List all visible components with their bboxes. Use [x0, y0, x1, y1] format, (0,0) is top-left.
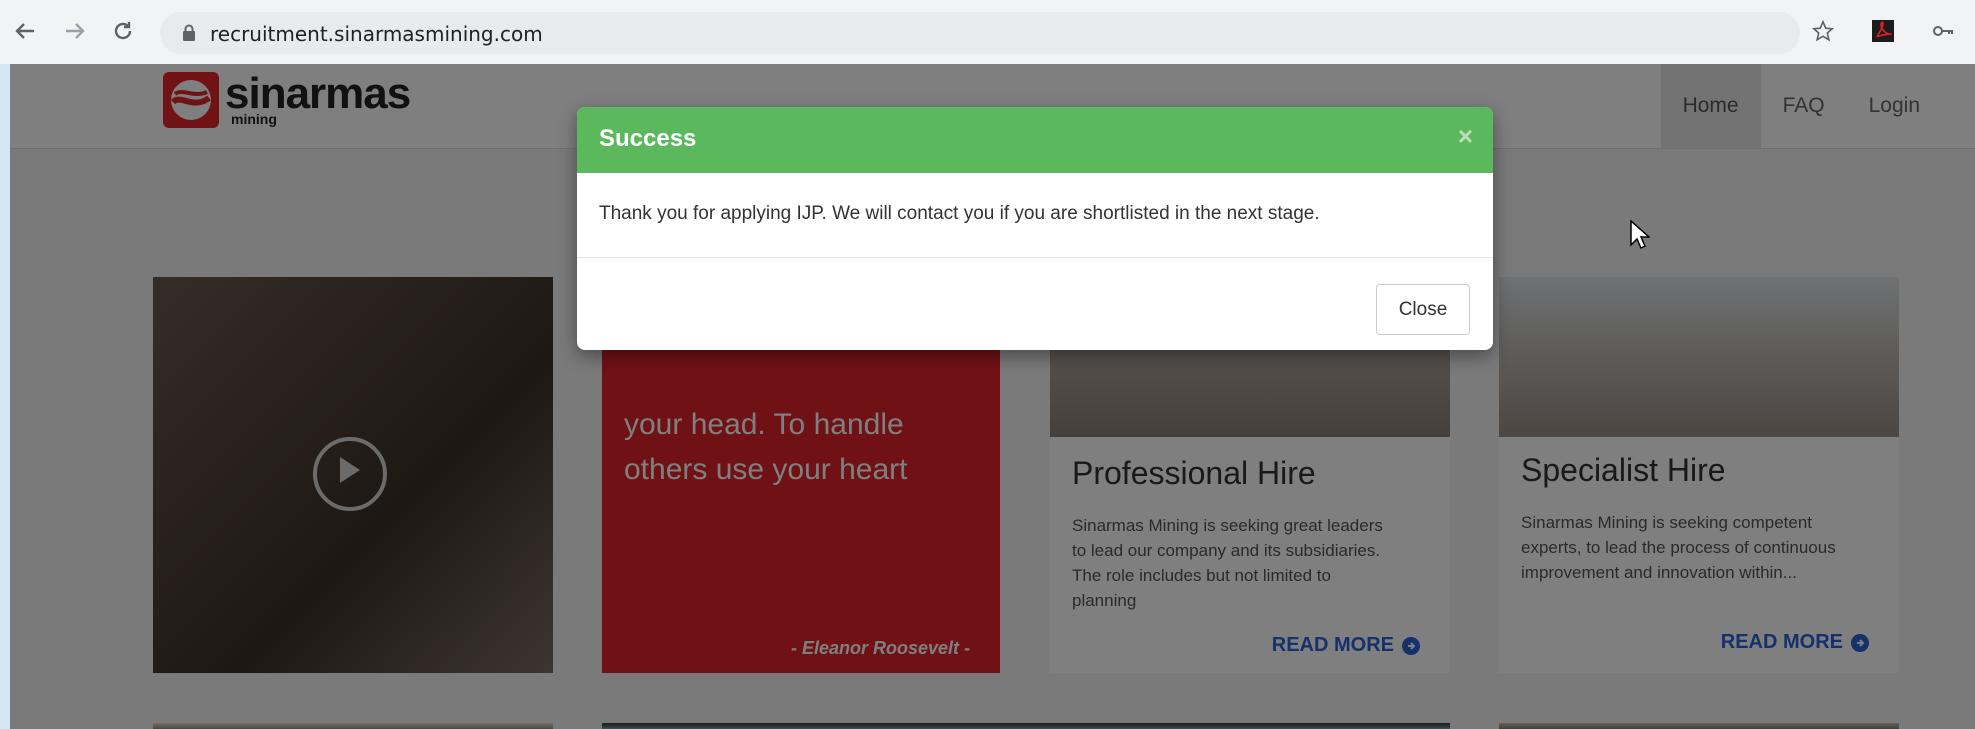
web-page: sinarmas mining Home FAQ Login your head… — [10, 64, 1975, 729]
key-icon — [1933, 26, 1953, 36]
star-icon — [1812, 20, 1834, 42]
pdf-extension-button[interactable] — [1866, 14, 1900, 48]
back-button[interactable] — [8, 14, 42, 48]
reload-icon — [114, 22, 132, 40]
forward-button[interactable] — [58, 14, 92, 48]
success-modal: Success × Thank you for applying IJP. We… — [577, 107, 1493, 350]
arrow-left-icon — [15, 23, 34, 39]
url-text: recruitment.sinarmasmining.com — [210, 22, 543, 46]
close-button[interactable]: Close — [1376, 284, 1470, 335]
address-bar[interactable]: recruitment.sinarmasmining.com — [160, 12, 1800, 54]
modal-title: Success — [599, 125, 697, 152]
arrow-right-icon — [66, 23, 85, 39]
modal-divider — [577, 257, 1493, 258]
password-key-button[interactable] — [1926, 14, 1960, 48]
modal-message: Thank you for applying IJP. We will cont… — [599, 203, 1320, 224]
modal-header: Success × — [577, 107, 1493, 173]
pdf-icon — [1872, 20, 1894, 42]
mouse-cursor-icon — [1630, 220, 1650, 250]
reload-button[interactable] — [106, 14, 140, 48]
browser-toolbar: recruitment.sinarmasmining.com — [0, 0, 1975, 64]
close-icon[interactable]: × — [1458, 121, 1473, 152]
bookmark-star-button[interactable] — [1806, 14, 1840, 48]
lock-icon — [183, 24, 195, 41]
